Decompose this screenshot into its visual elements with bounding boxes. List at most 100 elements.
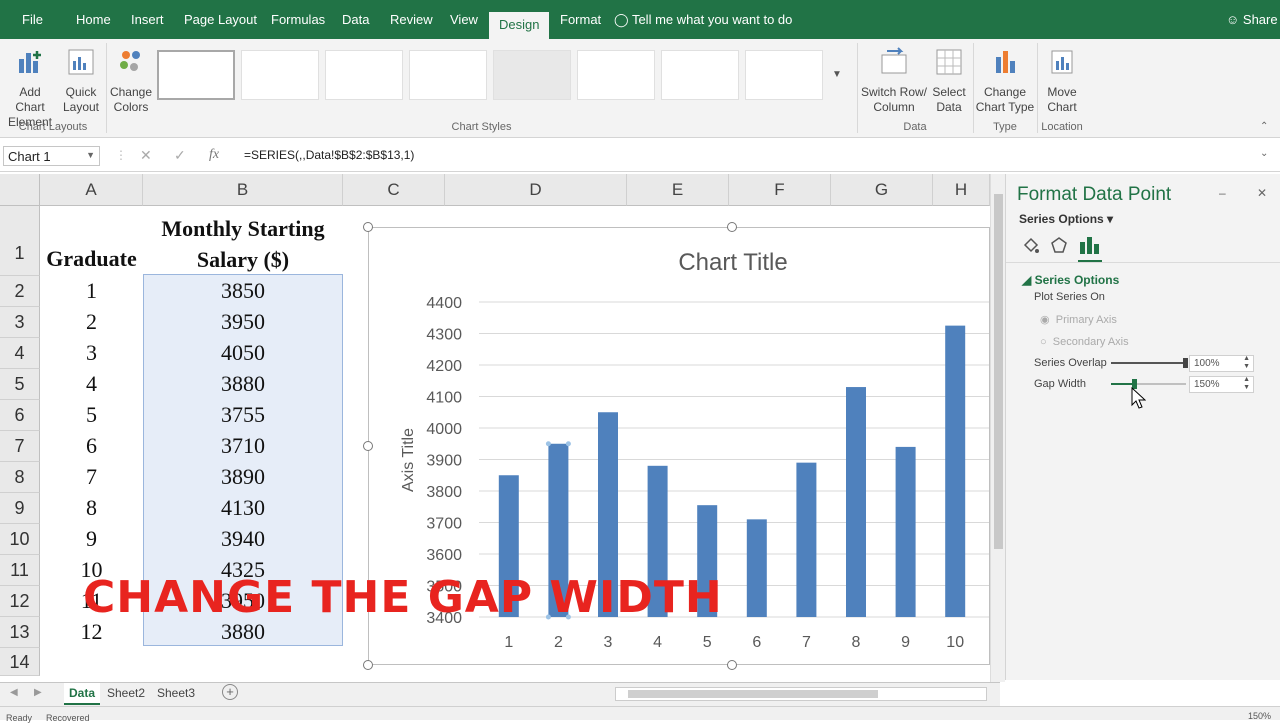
tab-design[interactable]: Design xyxy=(489,12,550,39)
resize-handle[interactable] xyxy=(727,660,737,670)
column-header[interactable]: H xyxy=(933,174,990,206)
selection-handle[interactable] xyxy=(565,441,571,447)
chart-bar[interactable] xyxy=(746,519,767,617)
cell-graduate[interactable]: 7 xyxy=(40,464,143,490)
row-header[interactable]: 5 xyxy=(0,369,40,400)
tab-insert[interactable]: Insert xyxy=(131,12,164,28)
add-sheet-icon[interactable]: + xyxy=(222,684,238,700)
vertical-scrollbar[interactable] xyxy=(990,174,1005,682)
horizontal-scrollbar[interactable] xyxy=(615,687,987,701)
header-cell-b[interactable]: Monthly Starting Salary ($) xyxy=(150,213,336,275)
column-header[interactable]: A xyxy=(40,174,143,206)
cell-graduate[interactable]: 6 xyxy=(40,433,143,459)
gap-width-slider[interactable] xyxy=(1111,379,1186,389)
spinner-arrows-icon[interactable]: ▲ ▼ xyxy=(1243,355,1250,371)
series-overlap-slider[interactable] xyxy=(1111,358,1188,368)
column-header[interactable]: G xyxy=(831,174,933,206)
cell-salary[interactable]: 4050 xyxy=(143,340,343,366)
share-button[interactable]: ☺ Share xyxy=(1226,12,1278,28)
enter-icon[interactable]: ✓ xyxy=(174,147,186,164)
chart-style-7[interactable] xyxy=(661,50,739,100)
chart-bar[interactable] xyxy=(945,325,966,617)
series-options-dropdown[interactable]: Series Options ▾ xyxy=(1019,212,1113,226)
name-box[interactable]: Chart 1 ▼ xyxy=(3,146,100,166)
cell-salary[interactable]: 3850 xyxy=(143,278,343,304)
scrollbar-thumb[interactable] xyxy=(994,194,1003,549)
chart-bar[interactable] xyxy=(895,446,916,617)
fill-line-icon[interactable] xyxy=(1022,236,1040,254)
row-header[interactable]: 2 xyxy=(0,276,40,307)
axis-title[interactable]: Axis Title xyxy=(400,428,417,492)
primary-axis-radio[interactable]: ◉ Primary Axis xyxy=(1040,313,1117,326)
cell-graduate[interactable]: 9 xyxy=(40,526,143,552)
switch-row-column-button[interactable]: Switch Row/ Column xyxy=(860,47,928,115)
resize-handle[interactable] xyxy=(363,222,373,232)
sheet-tab-sheet3[interactable]: Sheet3 xyxy=(157,686,195,700)
cell-graduate[interactable]: 4 xyxy=(40,371,143,397)
spinner-arrows-icon[interactable]: ▲ ▼ xyxy=(1243,376,1250,392)
column-header[interactable]: D xyxy=(445,174,627,206)
row-header[interactable]: 4 xyxy=(0,338,40,369)
tab-home[interactable]: Home xyxy=(76,12,111,28)
scrollbar-thumb[interactable] xyxy=(628,690,878,698)
secondary-axis-radio[interactable]: ○ Secondary Axis xyxy=(1040,336,1129,348)
series-options-section[interactable]: ◢ Series Options xyxy=(1022,273,1119,287)
row-header[interactable]: 1 xyxy=(0,206,40,276)
resize-handle[interactable] xyxy=(363,441,373,451)
scroll-tabs-right-icon[interactable]: ▶ xyxy=(34,687,42,698)
series-overlap-spinner[interactable]: 100% ▲ ▼ xyxy=(1189,355,1254,372)
chart-style-5[interactable] xyxy=(493,50,571,100)
tab-file[interactable]: File xyxy=(22,12,43,28)
row-header[interactable]: 8 xyxy=(0,462,40,493)
tab-formulas[interactable]: Formulas xyxy=(271,12,325,28)
change-chart-type-button[interactable]: Change Chart Type xyxy=(975,47,1035,115)
chart-style-3[interactable] xyxy=(325,50,403,100)
cell-salary[interactable]: 3755 xyxy=(143,402,343,428)
cell-salary[interactable]: 3710 xyxy=(143,433,343,459)
selection-handle[interactable] xyxy=(545,441,551,447)
chart-bar[interactable] xyxy=(846,387,866,617)
cell-salary[interactable]: 3880 xyxy=(143,371,343,397)
cell-salary[interactable]: 3950 xyxy=(143,309,343,335)
tab-format[interactable]: Format xyxy=(560,12,601,28)
row-header[interactable]: 9 xyxy=(0,493,40,524)
sheet-tab-data[interactable]: Data xyxy=(64,683,101,705)
row-header[interactable]: 6 xyxy=(0,400,40,431)
sheet-tab-sheet2[interactable]: Sheet2 xyxy=(107,686,145,700)
tell-me-box[interactable]: ◯ Tell me what you want to do xyxy=(614,12,792,28)
effects-icon[interactable] xyxy=(1050,236,1068,254)
row-header[interactable]: 7 xyxy=(0,431,40,462)
tab-view[interactable]: View xyxy=(450,12,478,28)
chart-bar[interactable] xyxy=(796,462,817,617)
column-header[interactable]: E xyxy=(627,174,729,206)
scroll-tabs-left-icon[interactable]: ◀ xyxy=(10,687,18,698)
close-icon[interactable]: ✕ xyxy=(1257,186,1267,200)
select-all-corner[interactable] xyxy=(0,174,40,206)
tab-page-layout[interactable]: Page Layout xyxy=(184,12,257,28)
row-header[interactable]: 13 xyxy=(0,617,40,648)
resize-handle[interactable] xyxy=(727,222,737,232)
change-colors-button[interactable]: Change Colors xyxy=(108,47,154,115)
chart-title[interactable]: Chart Title xyxy=(678,249,787,276)
add-chart-element-button[interactable]: Add Chart Element xyxy=(4,47,56,130)
column-header[interactable]: F xyxy=(729,174,831,206)
cell-graduate[interactable]: 8 xyxy=(40,495,143,521)
cell-graduate[interactable]: 5 xyxy=(40,402,143,428)
move-chart-button[interactable]: Move Chart xyxy=(1040,47,1084,115)
resize-handle[interactable] xyxy=(363,660,373,670)
cell-graduate[interactable]: 2 xyxy=(40,309,143,335)
expand-formula-icon[interactable]: ⌄ xyxy=(1260,148,1268,159)
cancel-icon[interactable]: ✕ xyxy=(140,147,152,164)
column-header[interactable]: B xyxy=(143,174,343,206)
chart-style-6[interactable] xyxy=(577,50,655,100)
cell-graduate[interactable]: 1 xyxy=(40,278,143,304)
tab-data[interactable]: Data xyxy=(342,12,369,28)
tab-review[interactable]: Review xyxy=(390,12,433,28)
row-header[interactable]: 10 xyxy=(0,524,40,555)
row-header[interactable]: 11 xyxy=(0,555,40,586)
chart-style-4[interactable] xyxy=(409,50,487,100)
row-header[interactable]: 14 xyxy=(0,648,40,676)
series-overlap-slider-thumb[interactable] xyxy=(1183,358,1188,368)
series-options-icon[interactable] xyxy=(1078,234,1100,256)
insert-function-icon[interactable]: fx xyxy=(209,147,219,163)
